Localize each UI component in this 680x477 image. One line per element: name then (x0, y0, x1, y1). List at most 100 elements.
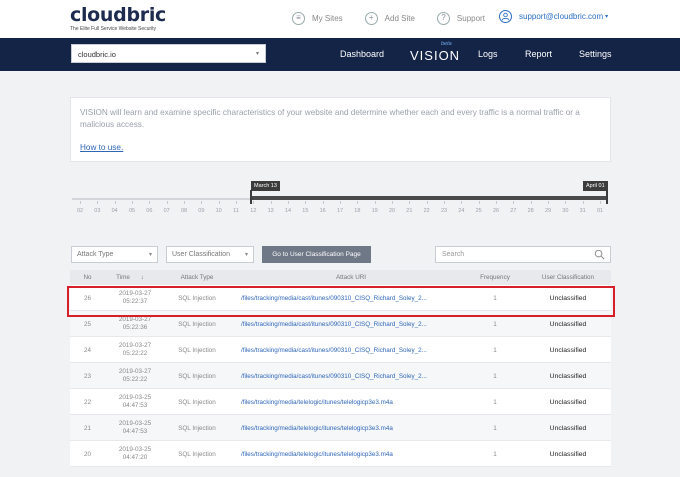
timeline-tick-mark (201, 201, 203, 204)
search-icon[interactable] (594, 249, 605, 260)
site-selector[interactable]: cloudbric.io ▾ (71, 44, 266, 63)
site-selector-value: cloudbric.io (78, 50, 116, 59)
timeline-tick-label: 14 (284, 208, 292, 214)
cell-classification[interactable]: Unclassified (528, 295, 608, 302)
cell-attack-uri[interactable]: /files/tracking/media/telelogic/itunes/t… (241, 451, 463, 458)
cell-frequency: 1 (493, 451, 497, 458)
nav-report[interactable]: Report (525, 49, 552, 59)
user-classification-filter-label: User Classification (172, 251, 230, 258)
timeline-tick-label: 19 (371, 208, 378, 214)
attack-type-filter[interactable]: Attack Type ▾ (71, 246, 158, 263)
cell-classification[interactable]: Unclassified (528, 451, 608, 458)
timeline-end-handle[interactable] (606, 190, 608, 204)
cell-no: 24 (83, 347, 91, 354)
table-row[interactable]: 25 2019-03-27 05:22:36 SQL Injection/files/… (70, 311, 611, 337)
timeline-end-flag: April 01 (583, 181, 608, 191)
timeline-tick-label: 16 (319, 208, 326, 214)
table-row[interactable]: 21 2019-03-25 04:47:53 SQL Injection/files/… (70, 415, 611, 441)
cell-attack-uri[interactable]: /files/tracking/media/telelogic/itunes/t… (241, 399, 463, 406)
user-menu[interactable]: support@cloudbric.com ▾ (499, 10, 608, 23)
cell-attack-type: SQL Injection (178, 373, 216, 380)
cell-classification[interactable]: Unclassified (528, 399, 608, 406)
cell-no: 23 (83, 373, 91, 380)
timeline-tick-label: 20 (388, 208, 396, 214)
timeline-tick-label: 29 (544, 208, 552, 214)
vision-description: VISION will learn and examine specific c… (80, 108, 580, 129)
support-label: Support (456, 13, 485, 23)
top-links: ≡ My Sites + Add Site ? Support (292, 10, 507, 26)
header-time-label: Time (116, 274, 130, 281)
timeline-tick-mark (426, 201, 428, 204)
support-link[interactable]: ? Support (436, 11, 485, 25)
timeline-tick-mark (461, 201, 463, 204)
cell-attack-type: SQL Injection (178, 295, 216, 302)
plus-icon: + (364, 11, 378, 25)
table-row[interactable]: 22 2019-03-25 04:47:53 SQL Injection/files/… (70, 389, 611, 415)
timeline-tick-label: 04 (111, 208, 118, 214)
go-to-classification-button[interactable]: Go to User Classification Page (262, 246, 371, 263)
how-to-use-link[interactable]: How to use. (80, 143, 123, 152)
logo-wordmark: cloudbric (70, 4, 167, 26)
my-sites-link[interactable]: ≡ My Sites (292, 11, 343, 25)
header-frequency[interactable]: Frequency (470, 274, 520, 281)
cell-attack-type: SQL Injection (178, 399, 216, 406)
cell-attack-uri[interactable]: /files/tracking/media/cast/itunes/090310… (241, 321, 463, 328)
header-user-classification[interactable]: User Classification (528, 274, 608, 281)
timeline-tick-mark (513, 201, 515, 204)
header-time[interactable]: Time ↓ (105, 274, 155, 281)
cell-classification[interactable]: Unclassified (528, 347, 608, 354)
header-no[interactable]: No (70, 274, 105, 281)
timeline-start-handle[interactable] (250, 190, 252, 204)
cell-attack-uri[interactable]: /files/tracking/media/telelogic/itunes/t… (241, 425, 463, 432)
cell-frequency: 1 (493, 399, 497, 406)
nav-logs[interactable]: Logs (478, 49, 498, 59)
timeline-tick-mark (184, 201, 185, 204)
cell-attack-type: SQL Injection (178, 321, 216, 328)
cell-attack-uri[interactable]: /files/tracking/media/cast/itunes/090310… (241, 295, 463, 302)
nav-vision[interactable]: VISION beta (410, 41, 459, 68)
search-placeholder: Search (442, 251, 465, 258)
cell-frequency: 1 (493, 373, 497, 380)
timeline-tick-label: 01 (596, 208, 604, 214)
timeline-selected-range (250, 196, 608, 200)
nav-settings[interactable]: Settings (579, 49, 612, 59)
search-input[interactable]: Search (435, 246, 611, 263)
timeline-tick-mark (218, 201, 220, 204)
timeline-tick-mark (409, 201, 411, 204)
my-sites-label: My Sites (312, 13, 343, 23)
timeline-tick-label: 22 (423, 208, 430, 214)
cell-classification[interactable]: Unclassified (528, 321, 608, 328)
cell-attack-type: SQL Injection (178, 425, 216, 432)
cell-no: 25 (83, 321, 91, 328)
chevron-down-icon: ▾ (244, 252, 248, 258)
table-row[interactable]: 26 2019-03-27 05:22:37 SQL Injection/files/… (70, 285, 611, 311)
timeline-tick-mark (392, 201, 393, 204)
nav-dashboard[interactable]: Dashboard (340, 49, 384, 59)
timeline-ticks: 02 03 04 05 06 07 08 09 10 11 12 13 14 15 16 17 18 19 20 21… (72, 208, 608, 216)
user-email: support@cloudbric.com (519, 12, 604, 21)
header-attack-uri[interactable]: Attack URI (240, 274, 462, 281)
cell-attack-uri[interactable]: /files/tracking/media/cast/itunes/090310… (241, 373, 463, 380)
cloudbric-logo[interactable]: cloudbric The Elite Full Service Website… (70, 5, 166, 32)
table-row[interactable]: 20 2019-03-25 04:47:20 SQL Injection/files/… (70, 441, 611, 467)
cell-classification[interactable]: Unclassified (528, 425, 608, 432)
add-site-label: Add Site (384, 13, 415, 23)
timeline-tick-label: 05 (128, 208, 136, 214)
cell-attack-uri[interactable]: /files/tracking/media/cast/itunes/090310… (241, 347, 463, 354)
user-classification-filter[interactable]: User Classification ▾ (166, 246, 254, 263)
timeline-tick-mark (166, 201, 168, 204)
cell-date: 2019-03-27 (118, 342, 152, 349)
cell-time: 04:47:53 (122, 402, 148, 409)
list-icon: ≡ (292, 11, 305, 25)
timeline-tick-mark (288, 201, 289, 204)
table-row[interactable]: 24 2019-03-27 05:22:22 SQL Injection/files/… (70, 337, 611, 363)
header-attack-type[interactable]: Attack Type (162, 274, 232, 281)
add-site-link[interactable]: + Add Site (364, 11, 415, 25)
sort-desc-icon: ↓ (140, 274, 144, 281)
cell-classification[interactable]: Unclassified (528, 373, 608, 380)
timeline-start-flag: March 13 (251, 181, 280, 191)
cell-frequency: 1 (493, 347, 497, 354)
table-row[interactable]: 23 2019-03-27 05:22:22 SQL Injection/files/… (70, 363, 611, 389)
cell-time: 05:22:22 (122, 376, 148, 383)
cell-attack-type: SQL Injection (178, 451, 216, 458)
